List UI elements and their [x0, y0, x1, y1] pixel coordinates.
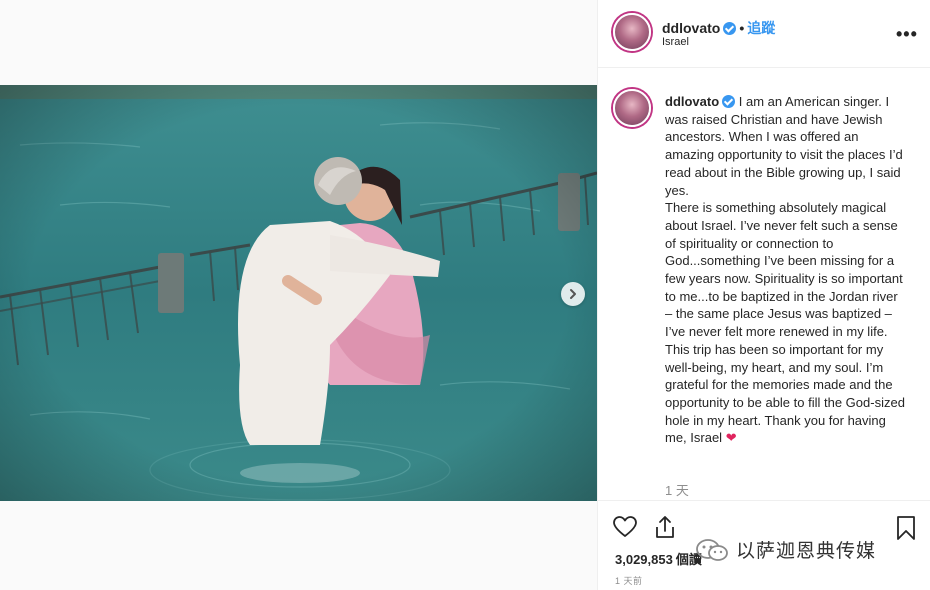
more-options-button[interactable]: ••• [896, 24, 918, 45]
follow-separator: • [739, 20, 745, 36]
username-link[interactable]: ddlovato [662, 20, 720, 36]
caption-timestamp: 1 天 [665, 483, 689, 498]
chevron-right-icon [570, 289, 576, 299]
avatar[interactable] [613, 13, 651, 51]
post-side-panel: ddlovato • 追蹤 Israel ••• ddlovato I am an … [597, 0, 930, 590]
header-username-row: ddlovato • 追蹤 [662, 18, 775, 38]
location-link[interactable]: Israel [662, 36, 689, 48]
watermark-text: 以萨迦恩典传媒 [736, 541, 877, 562]
caption-avatar[interactable] [613, 89, 651, 127]
views-row: 3,029,853 個讀 [615, 549, 702, 568]
post-header: ddlovato • 追蹤 Israel ••• [598, 0, 930, 68]
caption-username-link[interactable]: ddlovato [665, 94, 719, 109]
caption-block: ddlovato I am an American singer. I was … [598, 69, 930, 499]
heart-icon [613, 516, 637, 537]
post-date: 1 天前 [615, 576, 643, 586]
post-photo[interactable] [0, 85, 597, 501]
verified-badge-icon [722, 95, 736, 108]
save-button[interactable] [896, 515, 916, 546]
caption-body: I am an American singer. I was raised Ch… [665, 94, 905, 446]
caption-text: ddlovato I am an American singer. I was … [665, 93, 908, 447]
share-button[interactable] [654, 515, 676, 544]
next-photo-button[interactable] [561, 282, 585, 306]
like-button[interactable] [613, 516, 637, 543]
heart-emoji: ❤ [725, 430, 737, 446]
wechat-icon [696, 538, 728, 561]
bookmark-icon [897, 516, 915, 540]
watermark: 以萨迦恩典传媒 [694, 536, 876, 563]
follow-button[interactable]: 追蹤 [747, 20, 775, 36]
verified-badge-icon [723, 22, 737, 35]
media-area [0, 0, 597, 590]
share-icon [656, 516, 674, 538]
views-count: 3,029,853 [615, 552, 673, 567]
